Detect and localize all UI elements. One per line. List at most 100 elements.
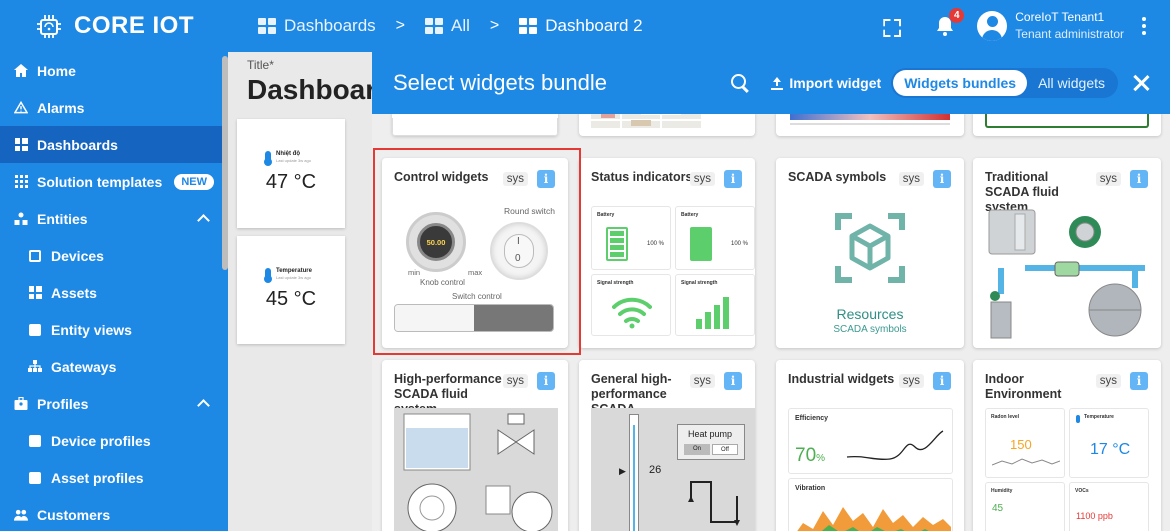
sidebar-item-home[interactable]: Home	[0, 52, 228, 89]
sidebar-item-dashboards[interactable]: Dashboards	[0, 126, 228, 163]
sys-badge: sys	[898, 374, 924, 388]
sidebar-item-entity-views[interactable]: Entity views	[0, 311, 228, 348]
sys-badge: sys	[1095, 172, 1121, 186]
import-widget-button[interactable]: Import widget	[771, 75, 881, 91]
panel-header: Select widgets bundle Import widget Widg…	[372, 52, 1170, 114]
battery-icon	[606, 227, 628, 261]
sidebar-item-device-profiles[interactable]: Device profiles	[0, 422, 228, 459]
search-icon[interactable]	[731, 74, 749, 92]
breadcrumb-all[interactable]: All	[425, 16, 470, 36]
view-toggle: Widgets bundles All widgets	[891, 68, 1118, 98]
tab-all-widgets[interactable]: All widgets	[1027, 70, 1116, 96]
sidebar-item-alarms[interactable]: Alarms	[0, 89, 228, 126]
info-icon[interactable]: i	[933, 170, 951, 188]
info-icon[interactable]: i	[724, 372, 742, 390]
knob-max: max	[468, 268, 483, 277]
sys-badge: sys	[898, 172, 924, 186]
sidebar-item-asset-profiles[interactable]: Asset profiles	[0, 459, 228, 496]
sidebar-item-assets[interactable]: Assets	[0, 274, 228, 311]
bundle-card-general-hp-scada[interactable]: General high-performance SCADA... sys i …	[579, 360, 755, 531]
temperature-label: Temperature	[1084, 414, 1114, 420]
entity-views-icon	[28, 323, 42, 337]
info-icon[interactable]: i	[1130, 372, 1148, 390]
sys-badge: sys	[689, 172, 715, 186]
sidebar-item-label: Device profiles	[51, 432, 151, 449]
on-button: On	[684, 444, 710, 455]
notifications-button[interactable]: 4	[935, 8, 965, 37]
pipe-flow-icon	[688, 481, 740, 526]
info-icon[interactable]: i	[537, 170, 555, 188]
bundle-card-scada-symbols[interactable]: SCADA symbols sys i Resources SCADA symb…	[776, 158, 964, 348]
widget-name: Nhiệt độ	[276, 151, 300, 157]
new-badge: NEW	[174, 173, 214, 190]
voc-preview: VOCs 1100 ppb	[1069, 482, 1149, 531]
bundle-card-high-performance-scada[interactable]: High-performance SCADA fluid system sys …	[382, 360, 568, 531]
hp-scada-preview	[394, 408, 558, 531]
profiles-icon	[14, 396, 28, 411]
sidebar-item-profiles[interactable]: Profiles	[0, 385, 228, 422]
sidebar-item-entities[interactable]: Entities	[0, 200, 228, 237]
signal-label: Signal strength	[681, 280, 718, 286]
user-info[interactable]: CoreIoT Tenant1 Tenant administrator	[1015, 9, 1124, 43]
efficiency-preview: Efficiency 70%	[788, 408, 953, 474]
sidebar-item-gateways[interactable]: Gateways	[0, 348, 228, 385]
breadcrumb-separator: >	[489, 17, 500, 34]
widget-value: 45 °C	[265, 288, 317, 310]
knob-label: Knob control	[420, 278, 465, 287]
tab-widgets-bundles[interactable]: Widgets bundles	[893, 70, 1028, 96]
temperature-widget[interactable]: Nhiệt độ Last update 3w ago 47 °C	[237, 119, 345, 228]
breadcrumb-dashboards[interactable]: Dashboards	[258, 16, 376, 36]
user-role: Tenant administrator	[1015, 27, 1124, 41]
more-menu-icon[interactable]	[1142, 17, 1146, 35]
chevron-up-icon[interactable]	[197, 214, 210, 227]
sidebar-item-devices[interactable]: Devices	[0, 237, 228, 274]
efficiency-label: Efficiency	[795, 415, 829, 422]
top-bar: CORE IOT Dashboards > All > Dashboard 2 …	[0, 0, 1170, 52]
info-icon[interactable]: i	[537, 372, 555, 390]
user-name: CoreIoT Tenant1	[1015, 10, 1105, 24]
fullscreen-icon[interactable]	[883, 19, 897, 33]
signal-label: Signal strength	[597, 280, 634, 286]
vibration-label: Vibration	[795, 485, 826, 492]
info-icon[interactable]: i	[1130, 170, 1148, 188]
home-icon	[14, 64, 28, 78]
bundle-card-control-widgets[interactable]: Control widgets sys i 50.00 min max Knob…	[382, 158, 568, 348]
voc-label: VOCs	[1075, 488, 1089, 494]
chip-icon	[36, 15, 61, 38]
info-icon[interactable]: i	[933, 372, 951, 390]
temperature-widget[interactable]: Temperature Last update 3w ago 45 °C	[237, 236, 345, 344]
sidebar-item-customers[interactable]: Customers	[0, 496, 228, 531]
round-switch: I 0	[490, 222, 548, 280]
sidebar-item-label: Customers	[37, 506, 111, 523]
heat-pump-label: Heat pump	[688, 429, 733, 439]
breadcrumb: Dashboards > All > Dashboard 2	[258, 16, 643, 36]
pointer-icon: ▶	[619, 466, 626, 476]
info-icon[interactable]: i	[724, 170, 742, 188]
customers-icon	[14, 508, 28, 522]
temperature-value: 17 °C	[1090, 441, 1131, 458]
thermometer-icon	[264, 268, 272, 283]
battery-label: Battery	[681, 212, 699, 218]
bundle-title: Indoor Environment	[985, 372, 1062, 401]
control-widgets-preview: 50.00 min max Knob control Round switch …	[382, 198, 568, 336]
bundle-card-traditional-scada[interactable]: Traditional SCADA fluid system sys i	[973, 158, 1161, 348]
avatar[interactable]	[977, 11, 1008, 41]
temperature-preview: Temperature 17 °C	[1069, 408, 1149, 478]
dashboard-title-label: Title*	[247, 58, 274, 72]
close-icon[interactable]	[1132, 74, 1150, 92]
chevron-up-icon[interactable]	[197, 399, 210, 412]
bundle-card-industrial-widgets[interactable]: Industrial widgets sys i Efficiency 70% …	[776, 360, 964, 531]
scada-resource-sub: SCADA symbols	[833, 324, 907, 335]
logo[interactable]: CORE IOT	[0, 11, 228, 41]
bundle-title: Control widgets	[394, 170, 489, 184]
logo-text: CORE IOT	[73, 12, 194, 39]
sidebar: Home Alarms Dashboards Solution template…	[0, 52, 228, 531]
signal-preview: Signal strength	[675, 274, 755, 336]
dashboard-title-input[interactable]: Dashboard 2	[247, 74, 373, 106]
bundle-card-status-indicators[interactable]: Status indicators sys i Battery 100 % Ba…	[579, 158, 755, 348]
sidebar-item-solution-templates[interactable]: Solution templates NEW	[0, 163, 228, 200]
general-scada-preview: ▶ 26 °C Heat pump On Off	[591, 408, 755, 531]
bundle-card-indoor-environment[interactable]: Indoor Environment sys i Radon level 150…	[973, 360, 1161, 531]
knob-control: 50.00	[406, 212, 466, 272]
sidebar-item-label: Entities	[37, 210, 88, 227]
